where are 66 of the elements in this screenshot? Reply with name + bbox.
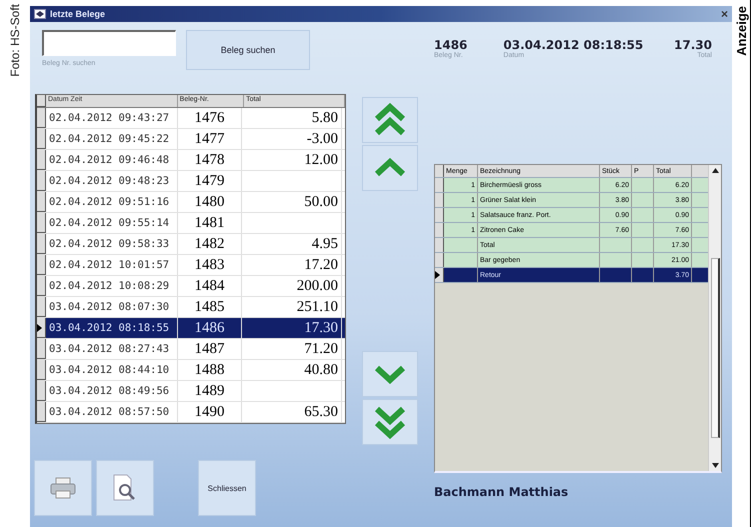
window-title: letzte Belege: [50, 9, 106, 19]
table-cell: 03.04.2012 08:44:10: [46, 360, 178, 380]
table-cell: 02.04.2012 10:08:29: [46, 276, 178, 296]
search-button[interactable]: Beleg suchen: [186, 30, 310, 70]
table-cell: 02.04.2012 09:48:23: [46, 171, 178, 191]
table-cell: 5.80: [242, 108, 342, 128]
table-cell: 71.20: [242, 339, 342, 359]
table-cell: 02.04.2012 10:01:57: [46, 255, 178, 275]
table-cell: 03.04.2012 08:27:43: [46, 339, 178, 359]
advert-label: Anzeige: [734, 6, 748, 56]
table-cell: 17.30: [242, 318, 342, 338]
receipt-row[interactable]: 02.04.2012 09:51:16 1480 50.00: [37, 192, 345, 213]
table-cell: 1485: [178, 297, 242, 317]
table-cell: 1484: [178, 276, 242, 296]
table-cell: 251.10: [242, 297, 342, 317]
close-button[interactable]: ×: [720, 7, 728, 21]
table-cell: 1483: [178, 255, 242, 275]
table-cell: 1479: [178, 171, 242, 191]
receipt-row[interactable]: 02.04.2012 09:55:14 1481: [37, 213, 345, 234]
table-cell: 03.04.2012 08:18:55: [46, 318, 178, 338]
table-cell: 200.00: [242, 276, 342, 296]
receipt-row[interactable]: 03.04.2012 08:57:50 1490 65.30: [37, 402, 345, 423]
receipt-row[interactable]: 02.04.2012 09:46:48 1478 12.00: [37, 150, 345, 171]
table-cell: 02.04.2012 09:55:14: [46, 213, 178, 233]
table-cell: 1480: [178, 192, 242, 212]
table-cell: 17.20: [242, 255, 342, 275]
table-cell: 12.00: [242, 150, 342, 170]
table-cell: 40.80: [242, 360, 342, 380]
table-cell: 1486: [178, 318, 242, 338]
receipt-row[interactable]: 02.04.2012 10:08:29 1484 200.00: [37, 276, 345, 297]
table-cell: 02.04.2012 09:58:33: [46, 234, 178, 254]
receipt-row[interactable]: 03.04.2012 08:44:10 1488 40.80: [37, 360, 345, 381]
table-cell: 1478: [178, 150, 242, 170]
cashier-name: Bachmann Matthias: [434, 485, 570, 499]
receipt-row[interactable]: 02.04.2012 09:45:22 1477 -3.00: [37, 129, 345, 150]
table-cell: 1489: [178, 381, 242, 401]
table-cell: 03.04.2012 08:49:56: [46, 381, 178, 401]
table-cell: 02.04.2012 09:45:22: [46, 129, 178, 149]
table-cell: 4.95: [242, 234, 342, 254]
receipt-row[interactable]: 02.04.2012 10:01:57 1483 17.20: [37, 255, 345, 276]
table-cell: 1477: [178, 129, 242, 149]
table-cell: 02.04.2012 09:46:48: [46, 150, 178, 170]
table-cell: 02.04.2012 09:51:16: [46, 192, 178, 212]
summary-value: 17.30: [674, 38, 712, 52]
table-cell: 1490: [178, 402, 242, 422]
receipt-row[interactable]: 02.04.2012 09:43:27 1476 5.80: [37, 108, 345, 129]
table-cell: 1482: [178, 234, 242, 254]
table-cell: 03.04.2012 08:07:30: [46, 297, 178, 317]
receipt-row[interactable]: 03.04.2012 08:18:55 1486 17.30: [37, 318, 345, 339]
table-cell: 50.00: [242, 192, 342, 212]
table-cell: 1487: [178, 339, 242, 359]
table-cell: 1476: [178, 108, 242, 128]
photo-credit: Foto: HS-Soft: [8, 4, 22, 77]
close-dialog-button[interactable]: Schliessen: [198, 460, 256, 516]
summary-value: 1486: [434, 38, 468, 52]
table-cell: 1481: [178, 213, 242, 233]
receipt-row[interactable]: 02.04.2012 09:58:33 1482 4.95: [37, 234, 345, 255]
summary-value: 03.04.2012 08:18:55: [503, 38, 644, 52]
table-cell: -3.00: [242, 129, 342, 149]
table-cell: 03.04.2012 08:57:50: [46, 402, 178, 422]
table-cell: 65.30: [242, 402, 342, 422]
table-cell: 1488: [178, 360, 242, 380]
receipt-row[interactable]: 02.04.2012 09:48:23 1479: [37, 171, 345, 192]
receipt-row[interactable]: 03.04.2012 08:49:56 1489: [37, 381, 345, 402]
table-cell: 02.04.2012 09:43:27: [46, 108, 178, 128]
receipt-row[interactable]: 03.04.2012 08:27:43 1487 71.20: [37, 339, 345, 360]
